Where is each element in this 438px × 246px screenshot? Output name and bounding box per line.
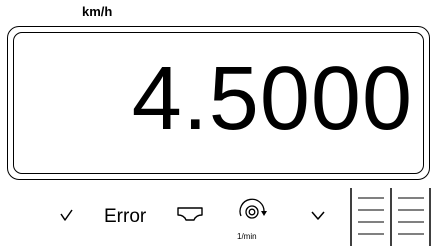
value-display-inner-frame: 4.5000	[13, 32, 424, 174]
chevron-right-icon[interactable]	[309, 206, 327, 224]
hopper-icon[interactable]	[176, 205, 204, 223]
checkmark-icon[interactable]	[58, 205, 76, 223]
speed-unit-label: km/h	[82, 4, 113, 19]
rotation-speed-unit: 1/min	[237, 232, 257, 241]
value-display: 4.5000	[7, 26, 430, 180]
bar-indicator-icon	[350, 188, 431, 246]
rotation-speed-icon[interactable]	[234, 195, 274, 231]
speed-reading: 4.5000	[131, 49, 413, 149]
error-button[interactable]: Error	[104, 206, 146, 228]
